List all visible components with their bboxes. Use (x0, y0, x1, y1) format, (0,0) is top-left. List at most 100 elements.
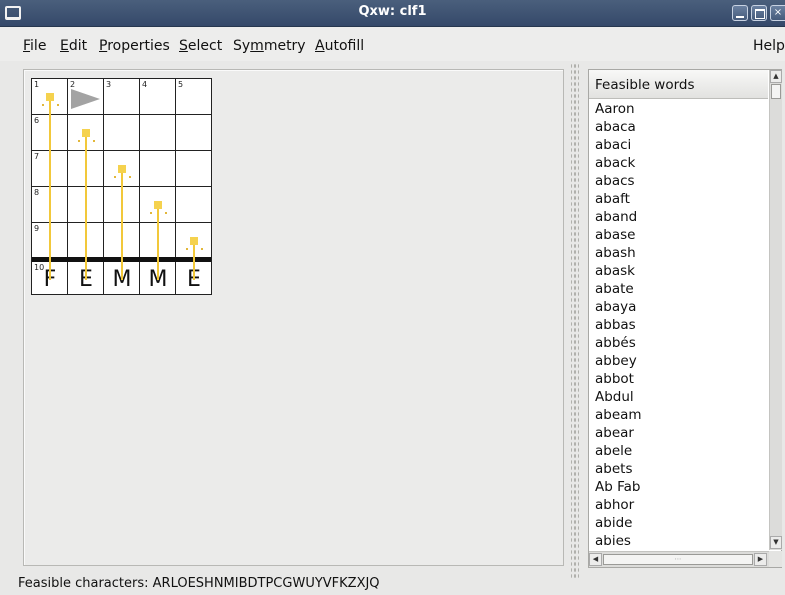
menu-symmetry-prefix: Sy (233, 38, 251, 54)
word-list-item[interactable]: abbey (595, 352, 765, 370)
scroll-right-icon[interactable]: ▶ (754, 553, 767, 566)
fill-marker-line (121, 169, 123, 280)
vertical-scrollbar[interactable]: ▲ ▼ (769, 70, 782, 550)
menu-symmetry[interactable]: Symmetry (233, 38, 306, 54)
word-list-item[interactable]: abbas (595, 316, 765, 334)
word-list-item[interactable]: abies (595, 532, 765, 550)
fill-marker-line (85, 133, 87, 280)
word-list[interactable]: Aaron abaca abaci aback abacs abaft aband abase… (595, 100, 765, 550)
grid-cell[interactable] (176, 187, 212, 223)
grid-cell[interactable] (104, 115, 140, 151)
window-title: Qxw: clf1 (358, 4, 427, 19)
word-list-item[interactable]: abaft (595, 190, 765, 208)
scroll-down-icon[interactable]: ▼ (770, 536, 782, 549)
word-list-item[interactable]: Aaron (595, 100, 765, 118)
fill-marker-dot (201, 248, 203, 250)
menu-edit-label: dit (68, 38, 88, 54)
word-list-item[interactable]: abear (595, 424, 765, 442)
horizontal-scroll-thumb[interactable]: ⋯ (603, 554, 753, 565)
menu-properties-label: roperties (107, 38, 170, 54)
scroll-up-icon[interactable]: ▲ (770, 70, 782, 83)
fill-marker-icon (118, 165, 126, 173)
grid-cell[interactable]: 4 (140, 79, 176, 115)
scroll-left-icon[interactable]: ◀ (589, 553, 602, 566)
word-list-item[interactable]: abase (595, 226, 765, 244)
word-list-item[interactable]: abets (595, 460, 765, 478)
grid-cell[interactable]: 3 (104, 79, 140, 115)
grid-cell[interactable]: 5 (176, 79, 212, 115)
menu-autofill-mnemonic: A (315, 38, 325, 54)
menu-file-label: ile (30, 38, 47, 54)
clue-number: 8 (34, 188, 40, 197)
menu-file-mnemonic: F (23, 38, 31, 54)
pane-splitter[interactable] (571, 63, 579, 580)
word-list-item[interactable]: aback (595, 154, 765, 172)
clue-number: 7 (34, 152, 40, 161)
menu-bar: File Edit Properties Select Symmetry Aut… (0, 27, 785, 61)
grid-panel[interactable]: 1 2 3 4 5 6 7 8 9 10F E M M E (23, 69, 564, 566)
fill-marker-icon (190, 237, 198, 245)
menu-properties[interactable]: Properties (99, 38, 170, 54)
clue-number: 4 (142, 80, 148, 89)
word-list-item[interactable]: abash (595, 244, 765, 262)
grid-cell[interactable] (176, 151, 212, 187)
fill-marker-dot (186, 248, 188, 250)
fill-marker-icon (82, 129, 90, 137)
menu-edit[interactable]: Edit (60, 38, 87, 54)
menu-select-label: elect (187, 38, 223, 54)
fill-marker-dot (57, 104, 59, 106)
fill-marker-dot (42, 104, 44, 106)
word-list-item[interactable]: abaca (595, 118, 765, 136)
menu-symmetry-mnemonic: m (250, 38, 264, 54)
title-bar[interactable]: Qxw: clf1 × (0, 0, 785, 27)
fill-marker-dot (93, 140, 95, 142)
vertical-scroll-thumb[interactable] (771, 84, 781, 99)
fill-marker-dot (165, 212, 167, 214)
word-list-item[interactable]: abide (595, 514, 765, 532)
feasible-words-header[interactable]: Feasible words (589, 70, 768, 99)
status-bar: Feasible characters: ARLOESHNMIBDTPCGWUY… (18, 576, 380, 591)
menu-autofill[interactable]: Autofill (315, 38, 364, 54)
fill-marker-dot (150, 212, 152, 214)
menu-select[interactable]: Select (179, 38, 222, 54)
fill-marker-dot (78, 140, 80, 142)
word-list-item[interactable]: abask (595, 262, 765, 280)
cursor-direction-arrow-icon (71, 89, 100, 109)
word-list-item[interactable]: Ab Fab (595, 478, 765, 496)
minimize-button[interactable] (732, 5, 748, 21)
fill-marker-line (157, 205, 159, 280)
fill-marker-line (49, 97, 51, 280)
grid-cell[interactable] (176, 115, 212, 151)
grid-cell[interactable] (140, 151, 176, 187)
menu-edit-mnemonic: E (60, 38, 69, 54)
menu-file[interactable]: File (23, 38, 46, 54)
word-list-item[interactable]: abacs (595, 172, 765, 190)
horizontal-scrollbar[interactable]: ◀ ⋯ ▶ (589, 551, 769, 567)
word-list-item[interactable]: abate (595, 280, 765, 298)
word-list-item[interactable]: abaci (595, 136, 765, 154)
clue-number: 2 (70, 80, 76, 89)
clue-number: 3 (106, 80, 112, 89)
close-button[interactable]: × (770, 5, 785, 21)
clue-number: 9 (34, 224, 40, 233)
word-list-item[interactable]: abeam (595, 406, 765, 424)
word-list-item[interactable]: aband (595, 208, 765, 226)
feasible-words-list[interactable]: Feasible words Aaron abaca abaci aback abacs… (588, 69, 782, 568)
fill-marker-icon (154, 201, 162, 209)
menu-help[interactable]: Help (753, 38, 785, 54)
word-list-item[interactable]: abaya (595, 298, 765, 316)
word-list-item[interactable]: abhor (595, 496, 765, 514)
maximize-button[interactable] (751, 5, 767, 21)
clue-number: 6 (34, 116, 40, 125)
clue-number: 5 (178, 80, 184, 89)
word-list-item[interactable]: Abdul (595, 388, 765, 406)
word-list-item[interactable]: abele (595, 442, 765, 460)
crossword-grid[interactable]: 1 2 3 4 5 6 7 8 9 10F E M M E (31, 78, 212, 295)
scrollbar-corner (769, 551, 782, 567)
fill-marker-dot (114, 176, 116, 178)
menu-properties-mnemonic: P (99, 38, 108, 54)
word-list-item[interactable]: abbot (595, 370, 765, 388)
menu-select-mnemonic: S (179, 38, 188, 54)
grid-cell[interactable] (140, 115, 176, 151)
word-list-item[interactable]: abbés (595, 334, 765, 352)
